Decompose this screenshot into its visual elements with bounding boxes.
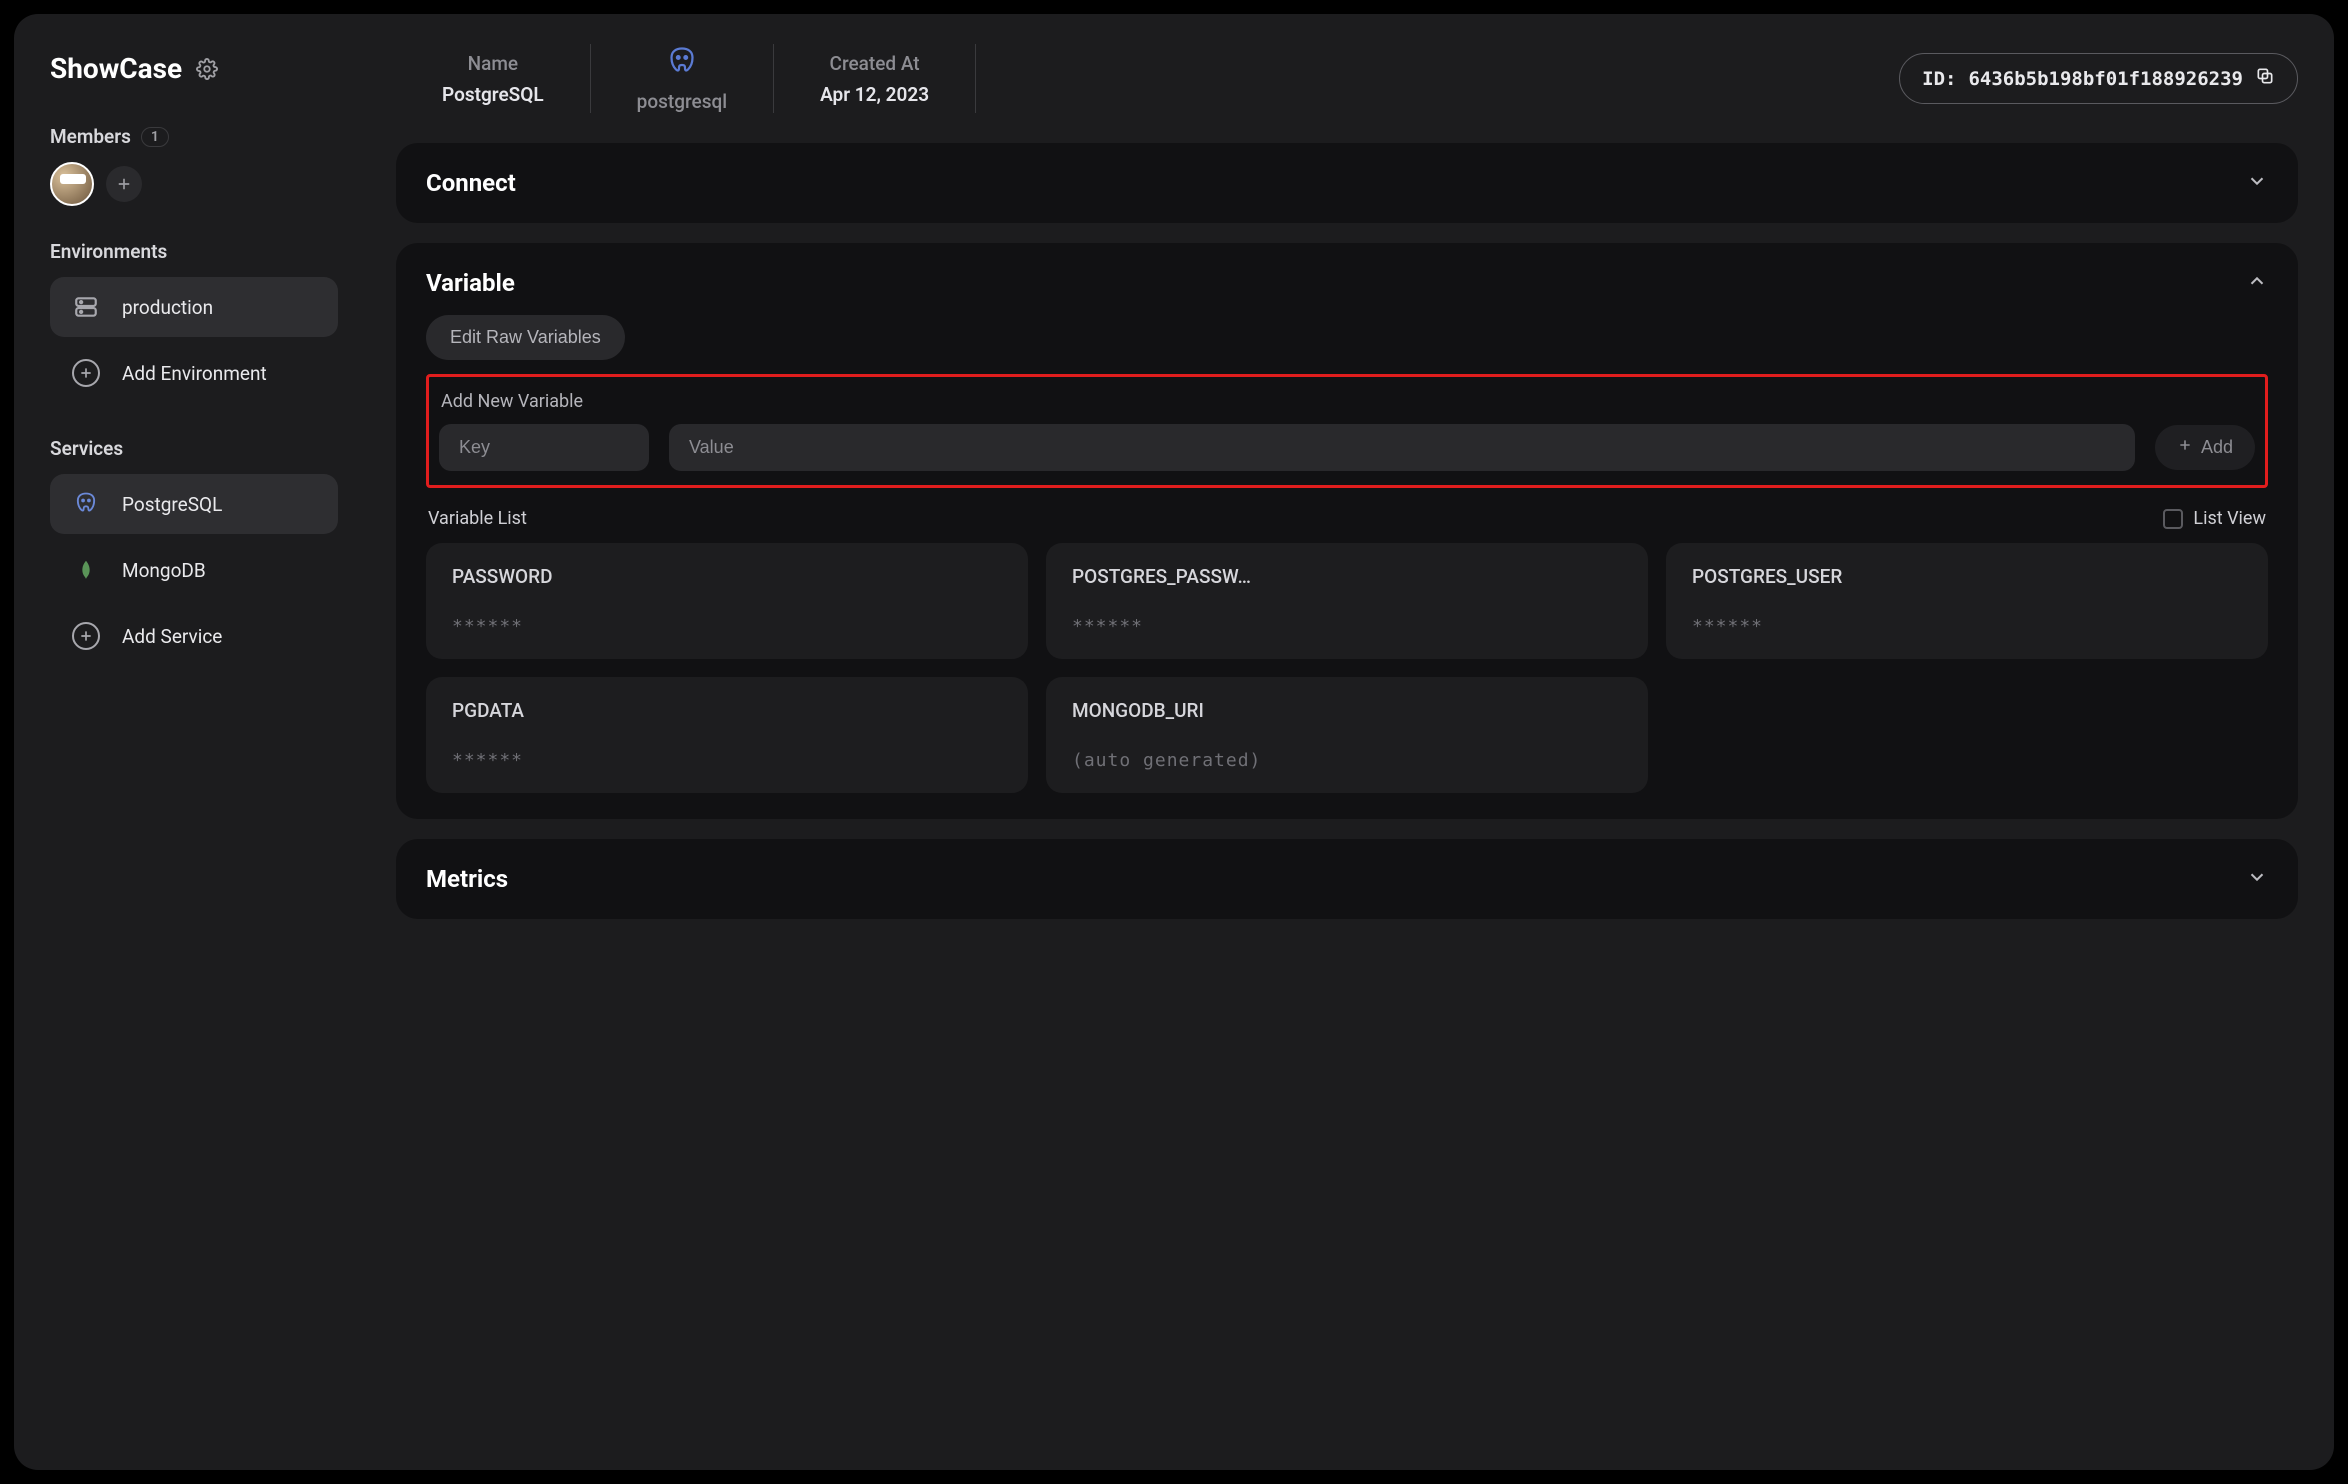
workspace-header: ShowCase	[50, 52, 338, 85]
add-btn-label: Add	[2201, 437, 2233, 458]
postgres-icon	[72, 490, 100, 518]
add-service-label: Add Service	[122, 625, 222, 648]
variable-grid: PASSWORD ****** POSTGRES_PASSW… ****** P…	[426, 543, 2268, 793]
chevron-down-icon[interactable]	[2246, 866, 2268, 892]
edit-raw-variables-button[interactable]: Edit Raw Variables	[426, 315, 625, 360]
variable-value: ******	[1072, 616, 1622, 637]
meta-created-label: Created At	[830, 52, 920, 75]
add-member-button[interactable]	[106, 166, 142, 202]
add-variable-highlight: Add New Variable Add	[426, 374, 2268, 488]
variable-card[interactable]: POSTGRES_PASSW… ******	[1046, 543, 1648, 659]
copy-icon[interactable]	[2255, 66, 2275, 91]
sidebar: ShowCase Members 1 Environments	[14, 14, 366, 1470]
variable-name: PGDATA	[452, 699, 1002, 722]
add-environment-label: Add Environment	[122, 362, 267, 385]
variable-name: MONGODB_URI	[1072, 699, 1622, 722]
service-label: PostgreSQL	[122, 493, 222, 516]
plus-circle-icon	[72, 359, 100, 387]
variable-card[interactable]: PGDATA ******	[426, 677, 1028, 793]
members-label: Members	[50, 125, 131, 148]
meta-name-label: Name	[468, 52, 518, 75]
members-count: 1	[141, 127, 169, 147]
meta-created: Created At Apr 12, 2023	[774, 44, 975, 113]
variable-value: ******	[1692, 616, 2242, 637]
avatar[interactable]	[50, 162, 94, 206]
variable-value-input[interactable]	[669, 424, 2135, 471]
add-service-button[interactable]: Add Service	[50, 606, 338, 666]
meta-logo: postgresql	[591, 44, 773, 113]
add-environment-button[interactable]: Add Environment	[50, 343, 338, 403]
workspace-name: ShowCase	[50, 52, 182, 85]
variable-panel: Variable Edit Raw Variables Add New Vari…	[396, 243, 2298, 819]
service-item-mongodb[interactable]: MongoDB	[50, 540, 338, 600]
gear-icon[interactable]	[196, 58, 218, 80]
service-header: Name PostgreSQL postgresql Created A	[396, 44, 2318, 113]
id-value: 6436b5b198bf01f188926239	[1968, 68, 2243, 90]
list-view-label: List View	[2193, 508, 2266, 529]
variable-key-input[interactable]	[439, 424, 649, 471]
connect-panel[interactable]: Connect	[396, 143, 2298, 223]
meta-name: Name PostgreSQL	[396, 44, 590, 113]
main-content: Name PostgreSQL postgresql Created A	[366, 14, 2334, 1470]
metrics-title: Metrics	[426, 865, 508, 893]
service-item-postgresql[interactable]: PostgreSQL	[50, 474, 338, 534]
add-variable-label: Add New Variable	[441, 391, 2253, 412]
variable-list-title: Variable List	[428, 508, 527, 529]
environment-label: production	[122, 296, 213, 319]
meta-name-value: PostgreSQL	[442, 83, 544, 106]
variable-value: ******	[452, 750, 1002, 771]
variable-value: (auto generated)	[1072, 750, 1622, 771]
variable-card[interactable]: MONGODB_URI (auto generated)	[1046, 677, 1648, 793]
services-section: Services PostgreSQL MongoDB	[50, 437, 338, 666]
variable-card[interactable]: POSTGRES_USER ******	[1666, 543, 2268, 659]
server-icon	[72, 293, 100, 321]
chevron-down-icon[interactable]	[2246, 170, 2268, 196]
variable-value: ******	[452, 616, 1002, 637]
services-label: Services	[50, 437, 338, 460]
add-variable-button[interactable]: Add	[2155, 425, 2255, 470]
variable-title: Variable	[426, 269, 515, 297]
service-label: MongoDB	[122, 559, 206, 582]
divider	[975, 44, 976, 113]
id-pill[interactable]: ID: 6436b5b198bf01f188926239	[1899, 53, 2298, 104]
mongodb-icon	[72, 556, 100, 584]
postgres-logo-icon	[664, 44, 700, 84]
connect-title: Connect	[426, 169, 516, 197]
variable-card[interactable]: PASSWORD ******	[426, 543, 1028, 659]
environments-section: Environments production Add Environment	[50, 240, 338, 403]
variable-name: PASSWORD	[452, 565, 1002, 588]
plus-icon	[2177, 437, 2193, 458]
environments-label: Environments	[50, 240, 338, 263]
id-prefix: ID:	[1922, 68, 1956, 90]
metrics-panel[interactable]: Metrics	[396, 839, 2298, 919]
variable-name: POSTGRES_PASSW…	[1072, 565, 1622, 588]
environment-item-production[interactable]: production	[50, 277, 338, 337]
meta-created-value: Apr 12, 2023	[820, 83, 929, 106]
app-frame: ShowCase Members 1 Environments	[14, 14, 2334, 1470]
list-view-toggle[interactable]: List View	[2163, 508, 2266, 529]
variable-name: POSTGRES_USER	[1692, 565, 2242, 588]
members-section: Members 1	[50, 125, 338, 206]
chevron-up-icon[interactable]	[2246, 270, 2268, 296]
checkbox-icon	[2163, 509, 2183, 529]
plus-circle-icon	[72, 622, 100, 650]
panels-scroll[interactable]: Connect Variable Edit Raw Variables Add …	[396, 143, 2318, 1470]
meta-logo-sub: postgresql	[637, 90, 727, 113]
